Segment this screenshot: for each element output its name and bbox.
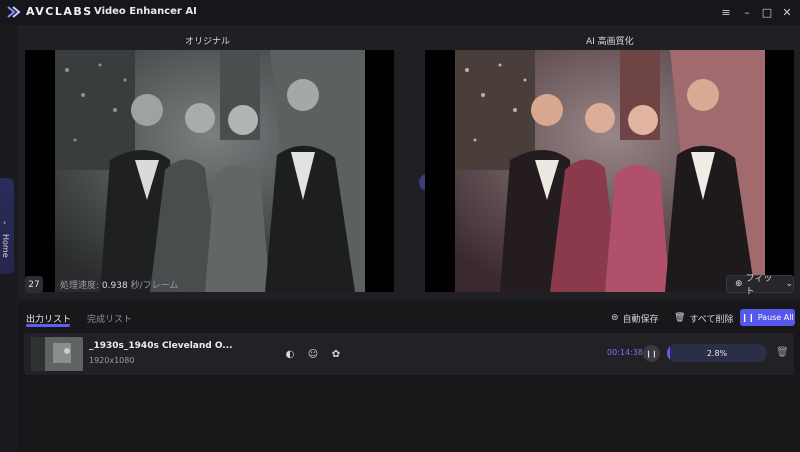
brightness-contrast-icon[interactable]: ◐ <box>283 347 297 361</box>
pause-all-button[interactable]: ❙❙ Pause All <box>740 309 795 326</box>
close-icon[interactable]: ✕ <box>778 3 796 21</box>
speed-unit: 秒/フレーム <box>130 281 179 291</box>
enhanced-preview <box>425 50 794 292</box>
chevron-left-icon: ‹ <box>3 218 7 227</box>
home-label: Home <box>1 234 10 258</box>
speed-value: 0.938 <box>101 281 128 291</box>
output-list-item[interactable]: _1930s_1940s Cleveland O... 1920x1080 ◐ … <box>24 333 794 375</box>
file-resolution: 1920x1080 <box>89 356 135 365</box>
chevron-down-icon: ⌄ <box>785 279 793 289</box>
original-label: オリジナル <box>185 37 231 47</box>
enhanced-label: AI 高画質化 <box>586 37 634 47</box>
face-enhance-icon[interactable]: ☺ <box>306 347 320 361</box>
app-title: Video Enhancer AI <box>94 6 197 17</box>
delete-all-button[interactable]: 🗑 すべて削除 <box>674 310 733 326</box>
enhanced-frame-image <box>455 50 765 292</box>
original-frame-image <box>55 50 365 292</box>
elapsed-time: 00:14:38 <box>607 348 643 357</box>
original-preview <box>25 50 394 292</box>
title-bar: AVCLABS Video Enhancer AI ≡ – □ ✕ <box>0 0 800 25</box>
fit-label: フィット <box>745 274 773 297</box>
zoom-icon: ⊕ <box>735 279 743 289</box>
delete-item-icon[interactable]: 🗑 <box>776 347 789 360</box>
tab-completed-list[interactable]: 完成リスト <box>87 312 132 325</box>
output-panel: 出力リスト 完成リスト ⊜ 自動保存 🗑 すべて削除 ❙❙ Pause All … <box>18 303 800 452</box>
progress-bar: 2.8% <box>667 344 767 362</box>
minimize-icon[interactable]: – <box>738 3 756 21</box>
pause-all-label: Pause All <box>757 313 794 322</box>
item-pause-button[interactable]: ❙❙ <box>643 345 660 362</box>
frame-number: 27 <box>25 276 43 293</box>
speed-label: 処理速度: <box>60 281 100 291</box>
pause-icon: ❙❙ <box>741 313 755 322</box>
auto-save-icon: ⊜ <box>611 313 619 323</box>
maximize-icon[interactable]: □ <box>758 3 776 21</box>
output-tabs: 出力リスト 完成リスト ⊜ 自動保存 🗑 すべて削除 ❙❙ Pause All <box>18 303 800 331</box>
color-palette-icon[interactable]: ✿ <box>329 347 343 361</box>
progress-text: 2.8% <box>706 348 728 358</box>
home-side-tab[interactable]: ‹ Home <box>0 178 14 274</box>
fit-zoom-dropdown[interactable]: ⊕ フィット ⌄ <box>726 274 794 297</box>
avclabs-logo-icon <box>7 6 21 18</box>
video-thumbnail <box>31 337 83 371</box>
trash-icon: 🗑 <box>674 313 686 323</box>
processing-speed: 処理速度: 0.938 秒/フレーム <box>60 278 178 291</box>
brand-logo-text: AVCLABS <box>26 5 93 18</box>
menu-icon[interactable]: ≡ <box>717 3 735 21</box>
preview-area: オリジナル AI 高画質化 <box>18 25 800 300</box>
file-name: _1930s_1940s Cleveland O... <box>89 341 233 351</box>
auto-save-button[interactable]: ⊜ 自動保存 <box>611 310 659 326</box>
active-tab-indicator <box>26 324 70 327</box>
auto-save-label: 自動保存 <box>622 314 659 325</box>
delete-all-label: すべて削除 <box>689 314 734 325</box>
